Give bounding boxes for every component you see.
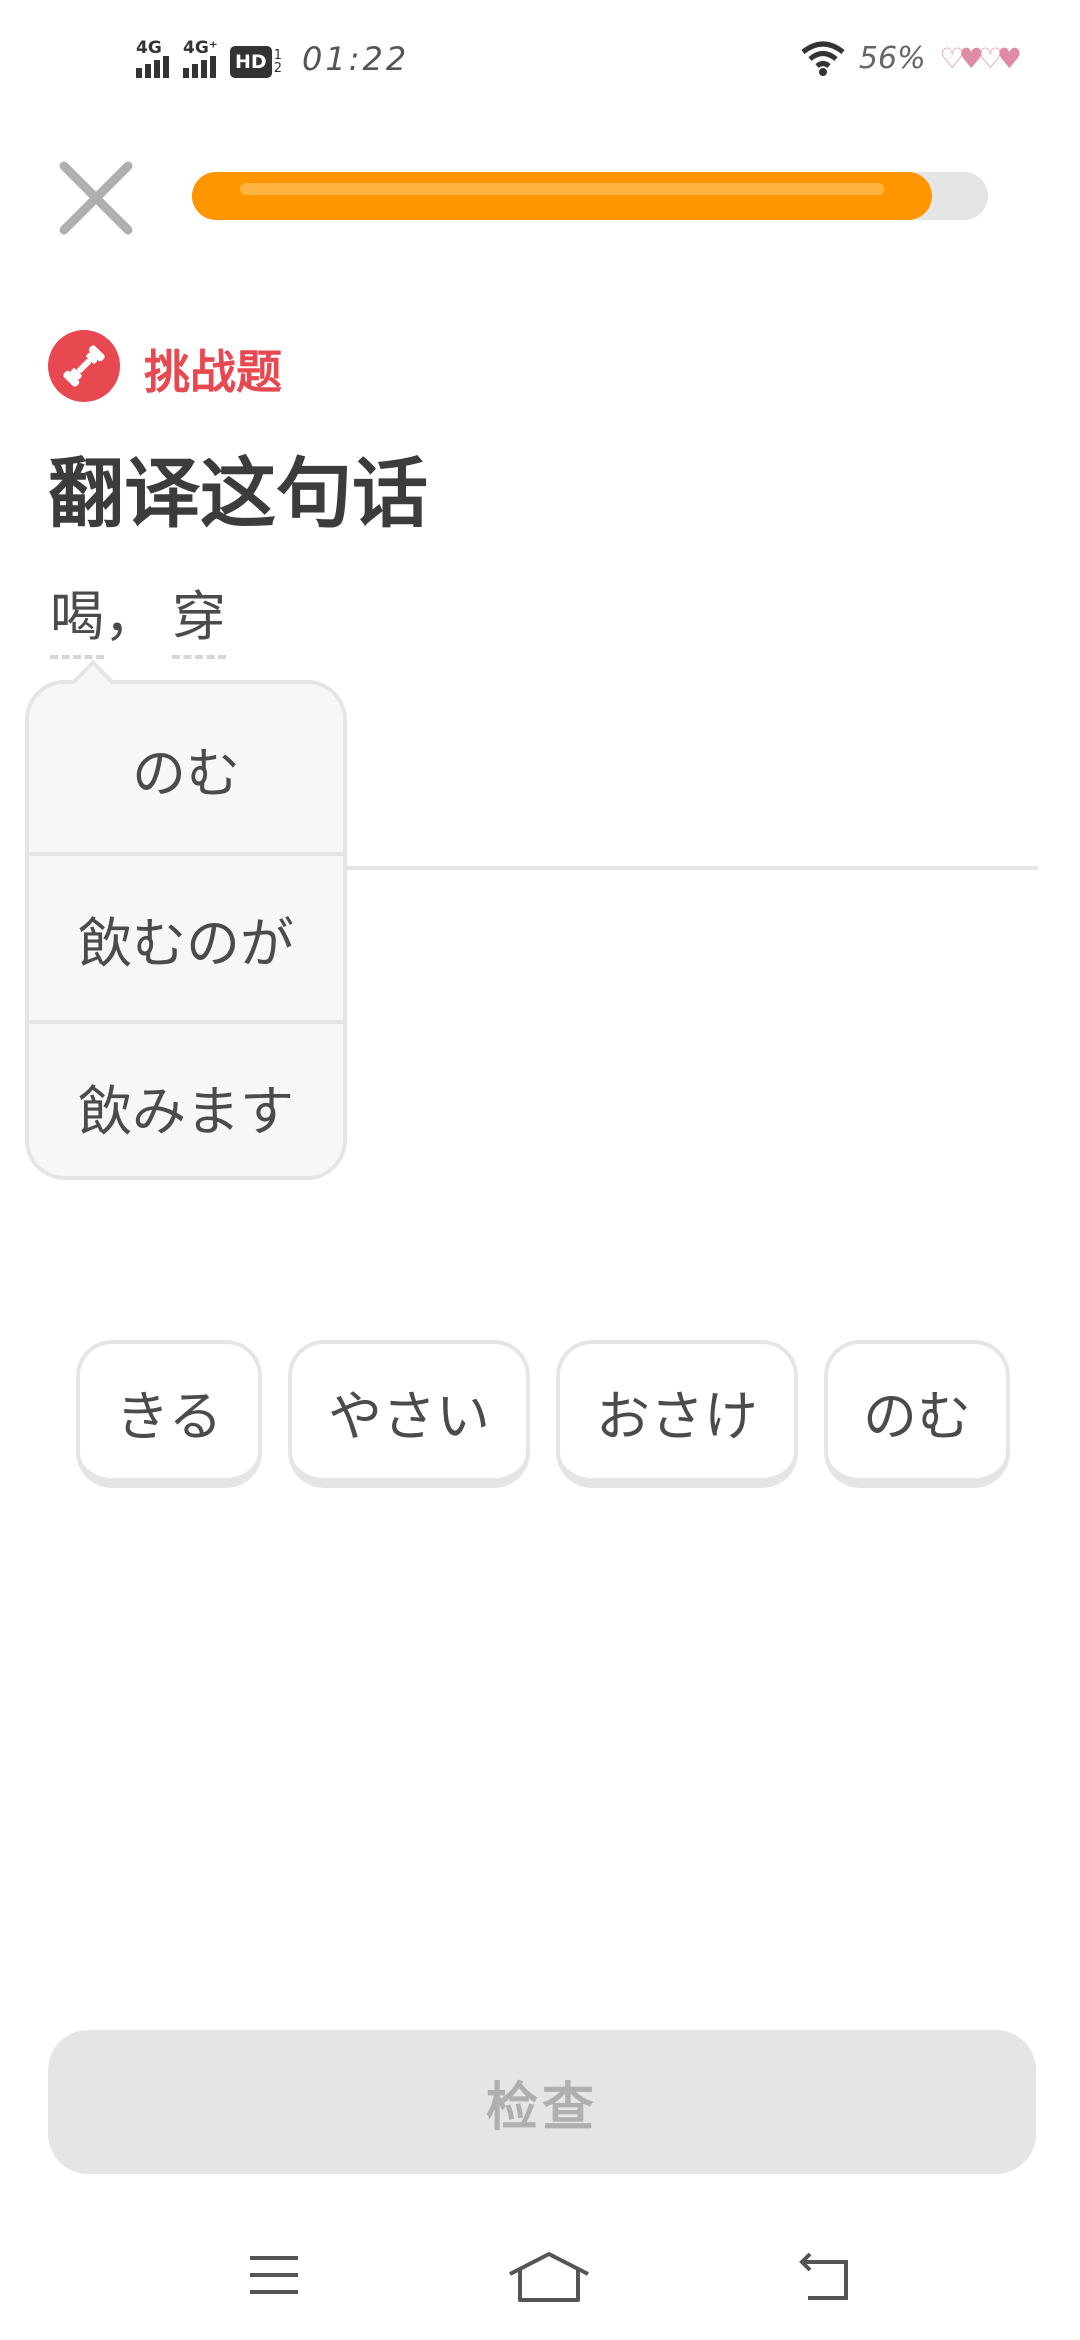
network-type-1: 4G: [136, 38, 162, 58]
cell-signal-icon-2: 4G⁺: [183, 38, 218, 78]
word-bank: きる やさい おさけ のむ: [76, 1340, 1010, 1488]
clock: 01:22: [301, 40, 410, 78]
back-button[interactable]: [796, 2250, 876, 2310]
home-button[interactable]: [504, 2250, 594, 2310]
back-icon: [799, 2252, 848, 2300]
hint-popup: のむ 飲むのが 飲みます: [25, 680, 347, 1180]
home-icon: [509, 2252, 589, 2302]
hint-item: 飲むのが: [29, 852, 343, 1020]
battery-level: 56%: [858, 40, 926, 76]
wifi-icon: [801, 41, 845, 76]
cell-signal-icon: 4G: [136, 38, 169, 78]
progress-shine: [240, 183, 884, 195]
word-chip-osake[interactable]: おさけ: [556, 1340, 798, 1488]
word-chip-kiru[interactable]: きる: [76, 1340, 262, 1488]
page-title: 翻译这句话: [48, 449, 428, 538]
hint-item: 飲みます: [29, 1020, 343, 1188]
hd-icon: HD: [230, 46, 272, 78]
menu-icon: [250, 2256, 298, 2294]
answer-area-line: [340, 866, 1038, 870]
hint-item: のむ: [132, 741, 240, 805]
prompt-sentence: 喝 ， 穿: [50, 572, 226, 659]
prompt-word-drink[interactable]: 喝: [50, 572, 104, 659]
word-chip-yasai[interactable]: やさい: [288, 1340, 530, 1488]
menu-button[interactable]: [244, 2250, 324, 2310]
progress-fill: [192, 172, 932, 220]
close-icon: [59, 161, 133, 235]
status-left: 4G 4G⁺ HD 1 2 01:22: [136, 38, 409, 78]
dumbbell-icon: [48, 330, 120, 402]
close-button[interactable]: [56, 158, 136, 238]
lesson-progress-bar: [192, 172, 988, 220]
network-type-2: 4G⁺: [183, 38, 218, 58]
hd-sim-indicator: 1 2: [273, 48, 282, 76]
prompt-word-wear[interactable]: 穿: [172, 572, 226, 659]
challenge-label: 挑战题: [144, 345, 282, 399]
status-right: 56% ♡♥♡♥: [801, 40, 1022, 76]
prompt-separator: ，: [104, 585, 158, 648]
check-button[interactable]: 检查: [48, 2030, 1036, 2174]
word-chip-nomu[interactable]: のむ: [824, 1340, 1010, 1488]
status-bar: 4G 4G⁺ HD 1 2 01:22 56% ♡♥♡♥: [0, 0, 1080, 120]
hearts-battery-icon: ♡♥♡♥: [939, 41, 1022, 75]
